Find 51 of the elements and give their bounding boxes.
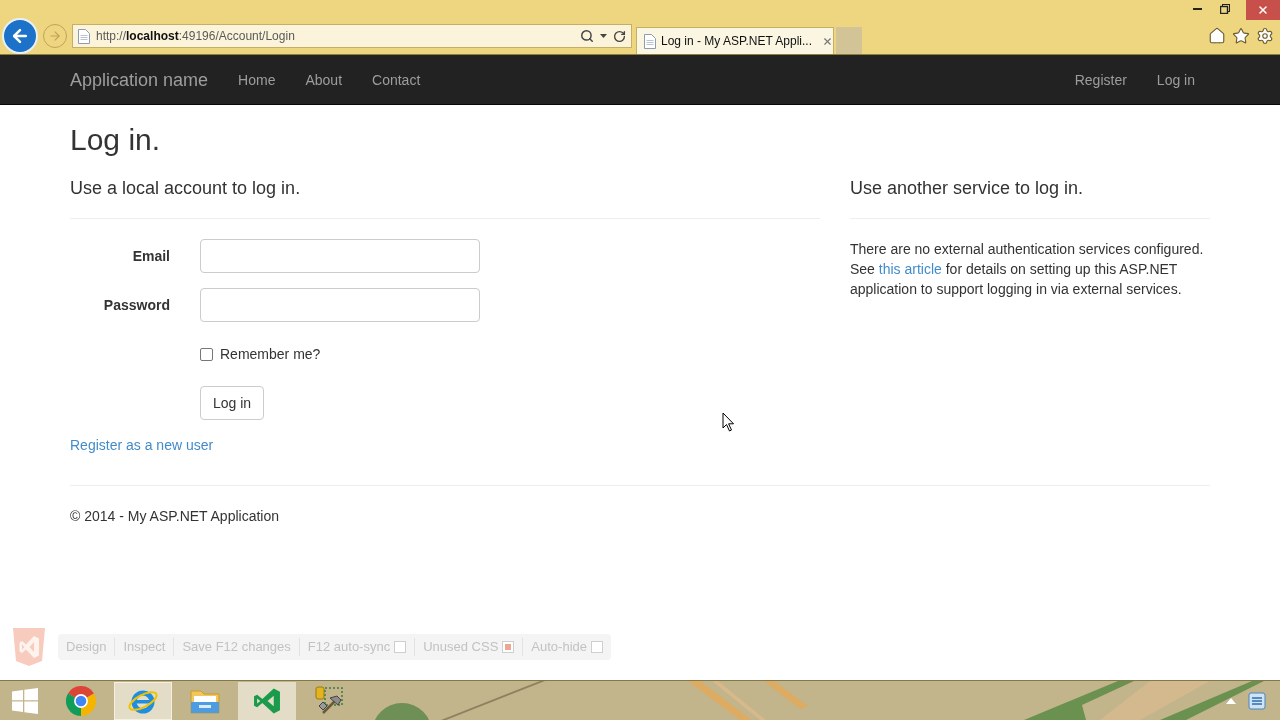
input-field[interactable] <box>200 239 480 273</box>
hammer-icon <box>313 685 345 716</box>
nav-link[interactable]: About <box>290 54 358 105</box>
section-heading: Use another service to log in. <box>850 178 1085 198</box>
shield-logo-icon <box>12 627 46 667</box>
home-icon[interactable] <box>1208 27 1226 45</box>
footer-text: © 2014 - My ASP.NET Application <box>70 507 281 526</box>
restore-icon <box>1219 4 1230 14</box>
nav-link[interactable]: Contact <box>357 54 436 105</box>
register-link[interactable]: Register as a new user <box>70 435 214 455</box>
ribbon-logo-icon <box>253 686 281 715</box>
url-text: http://localhost:49196/Account/Login <box>96 28 295 45</box>
close-button[interactable] <box>1246 0 1280 20</box>
address-bar[interactable]: http://localhost:49196/Account/Login <box>72 24 632 48</box>
mouse-pointer-icon <box>722 412 735 432</box>
back-button[interactable] <box>2 18 38 54</box>
browser-tab[interactable]: Log in - My ASP.NET Appli... <box>636 27 834 54</box>
arrow-right-icon <box>48 29 62 43</box>
taskbar-app[interactable] <box>238 681 296 720</box>
page-title: Log in. <box>70 123 162 156</box>
page-icon <box>78 28 90 44</box>
minimize-icon <box>1193 8 1202 10</box>
article-link[interactable]: this article <box>878 261 942 277</box>
login-button[interactable]: Log in <box>200 386 265 420</box>
arrow-left-icon <box>10 26 30 46</box>
nav-link[interactable]: Log in <box>1141 54 1210 105</box>
close-icon <box>1257 4 1269 16</box>
checkbox[interactable] <box>200 347 213 361</box>
ring-logo-icon <box>66 685 96 716</box>
taskbar-app[interactable] <box>114 681 172 720</box>
start-icon <box>12 687 38 714</box>
tab-title: Log in - My ASP.NET Appli... <box>661 33 812 50</box>
checkbox-label[interactable]: Remember me? <box>220 344 321 364</box>
check-mark-icon <box>505 644 512 650</box>
section-heading: Use a local account to log in. <box>70 178 302 198</box>
tray-app-icon[interactable] <box>1248 691 1266 710</box>
settings-icon[interactable] <box>1256 27 1274 45</box>
brand-link[interactable]: Application name <box>70 54 224 105</box>
nav-link[interactable]: Register <box>1059 54 1142 105</box>
star-icon[interactable] <box>1232 27 1250 45</box>
close-icon[interactable] <box>821 35 833 47</box>
caret-icon[interactable] <box>600 34 607 38</box>
page-icon <box>644 33 656 49</box>
chevron-up-icon[interactable] <box>1226 697 1236 704</box>
field-label: Password <box>102 296 170 315</box>
field-label: Email <box>131 247 170 266</box>
refresh-icon[interactable] <box>613 29 626 43</box>
search-icon[interactable] <box>580 29 594 43</box>
input-field[interactable] <box>200 288 480 322</box>
info-paragraph: There are no external authentication services configured. See this article for details on setting up this ASP.NET application to support logging in via external services. <box>850 240 1205 299</box>
nav-link[interactable]: Home <box>223 54 291 105</box>
